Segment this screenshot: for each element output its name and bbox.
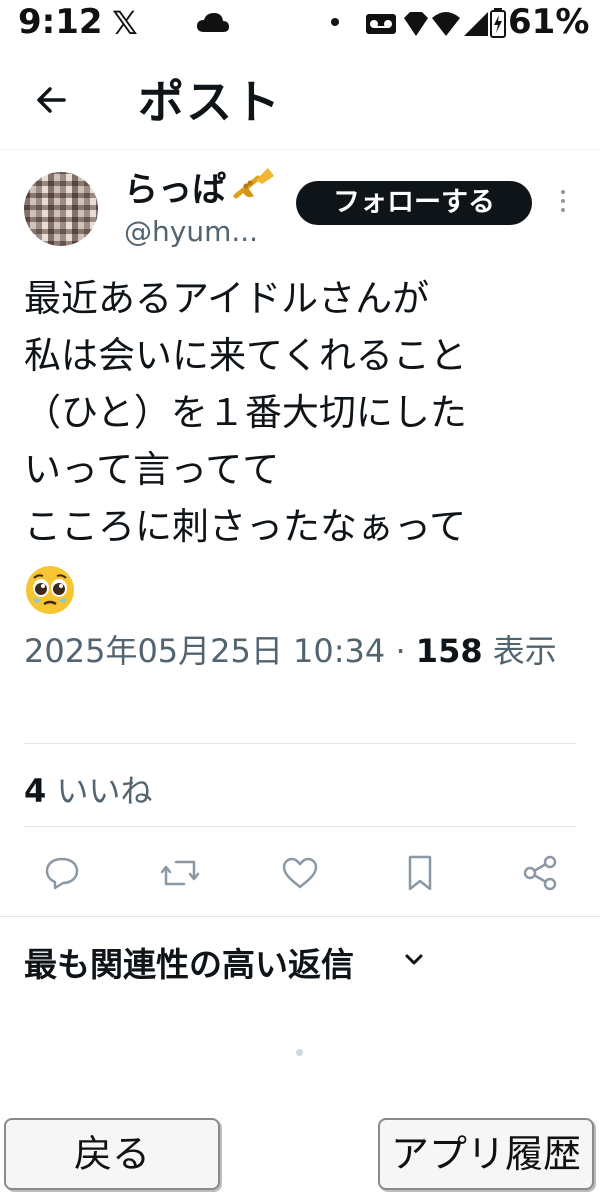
battery-icon <box>490 8 506 42</box>
x-logo-icon: 𝕏 <box>112 4 138 42</box>
divider <box>24 743 576 744</box>
author-handle[interactable]: @hyum... <box>124 215 258 248</box>
loading-indicator <box>296 1049 303 1056</box>
bookmark-icon <box>408 855 432 891</box>
divider <box>0 916 600 917</box>
post-text: 最近あるアイドルさんが 私は会いに来てくれること （ひと）を１番大切にした いっ… <box>24 277 467 548</box>
likes-count: 4 <box>24 772 47 810</box>
bookmark-button[interactable] <box>398 848 442 898</box>
signal-icon <box>464 12 488 36</box>
like-icon <box>282 857 318 889</box>
likes-summary[interactable]: 4 いいね <box>24 766 152 812</box>
meta-separator: · <box>385 632 416 670</box>
pleading-face-icon <box>24 564 76 616</box>
system-icons <box>364 8 504 44</box>
diamond-icon <box>404 12 428 36</box>
retweet-icon <box>160 860 200 886</box>
voicemail-icon <box>366 14 396 34</box>
page-title: ポスト <box>138 75 282 129</box>
battery-percent: 61% <box>508 2 590 42</box>
app-history-button[interactable]: アプリ履歴 <box>378 1118 594 1190</box>
back-button[interactable] <box>30 78 74 122</box>
cloud-icon <box>196 12 230 38</box>
action-bar <box>0 848 600 898</box>
arrow-left-icon <box>37 87 66 113</box>
back-nav-button[interactable]: 戻る <box>4 1118 220 1190</box>
replies-sort-label[interactable]: 最も関連性の高い返信 <box>24 938 354 986</box>
share-button[interactable] <box>518 848 562 898</box>
follow-button[interactable]: フォローする <box>296 181 532 225</box>
post-meta: 2025年05月25日 10:34 · 158 表示 <box>24 626 576 676</box>
divider <box>24 826 576 827</box>
chevron-down-icon[interactable] <box>402 950 426 974</box>
status-bar: 9:12 𝕏 61% <box>0 0 600 48</box>
post-timestamp[interactable]: 2025年05月25日 10:34 <box>24 632 385 670</box>
views-count: 158 <box>415 632 483 670</box>
vertical-dots-icon[interactable] <box>558 190 568 218</box>
wifi-icon <box>432 12 460 36</box>
trumpet-icon <box>232 166 276 210</box>
author-display-name[interactable]: らっぱ <box>124 162 226 211</box>
notification-dot <box>331 18 339 26</box>
reply-icon <box>45 857 79 890</box>
likes-label: いいね <box>46 772 153 810</box>
retweet-button[interactable] <box>158 848 202 898</box>
status-time: 9:12 <box>18 2 103 42</box>
views-label: 表示 <box>482 632 557 670</box>
like-button[interactable] <box>278 848 322 898</box>
avatar[interactable] <box>24 172 98 246</box>
reply-button[interactable] <box>40 848 84 898</box>
share-icon <box>523 855 557 891</box>
top-app-bar: ポスト <box>0 48 600 150</box>
